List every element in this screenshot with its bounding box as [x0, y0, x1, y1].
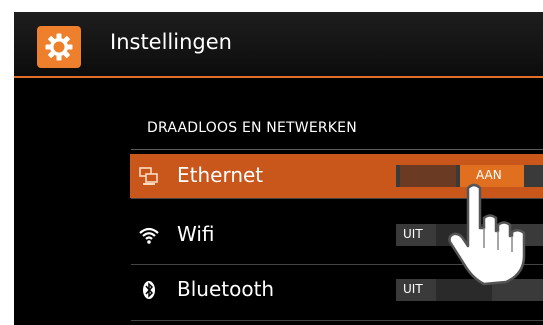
gear-icon: [45, 33, 73, 61]
title-divider: [14, 76, 543, 78]
section-divider: [131, 149, 543, 150]
ethernet-icon: [138, 165, 160, 187]
settings-app-icon[interactable]: [37, 26, 81, 68]
setting-label-wifi: Wifi: [177, 222, 215, 246]
wifi-icon: [138, 224, 160, 246]
bluetooth-icon: [138, 279, 160, 301]
toggle-state-label: UIT: [403, 227, 423, 241]
section-header: DRAADLOOS EN NETWERKEN: [147, 120, 357, 136]
hand-pointer-icon: [440, 178, 532, 294]
setting-label-ethernet: Ethernet: [177, 163, 264, 187]
toggle-state-label: UIT: [403, 282, 423, 296]
row-divider: [131, 320, 543, 321]
title-bar: Instellingen: [14, 12, 543, 76]
page-title: Instellingen: [110, 30, 232, 54]
setting-label-bluetooth: Bluetooth: [177, 277, 275, 301]
